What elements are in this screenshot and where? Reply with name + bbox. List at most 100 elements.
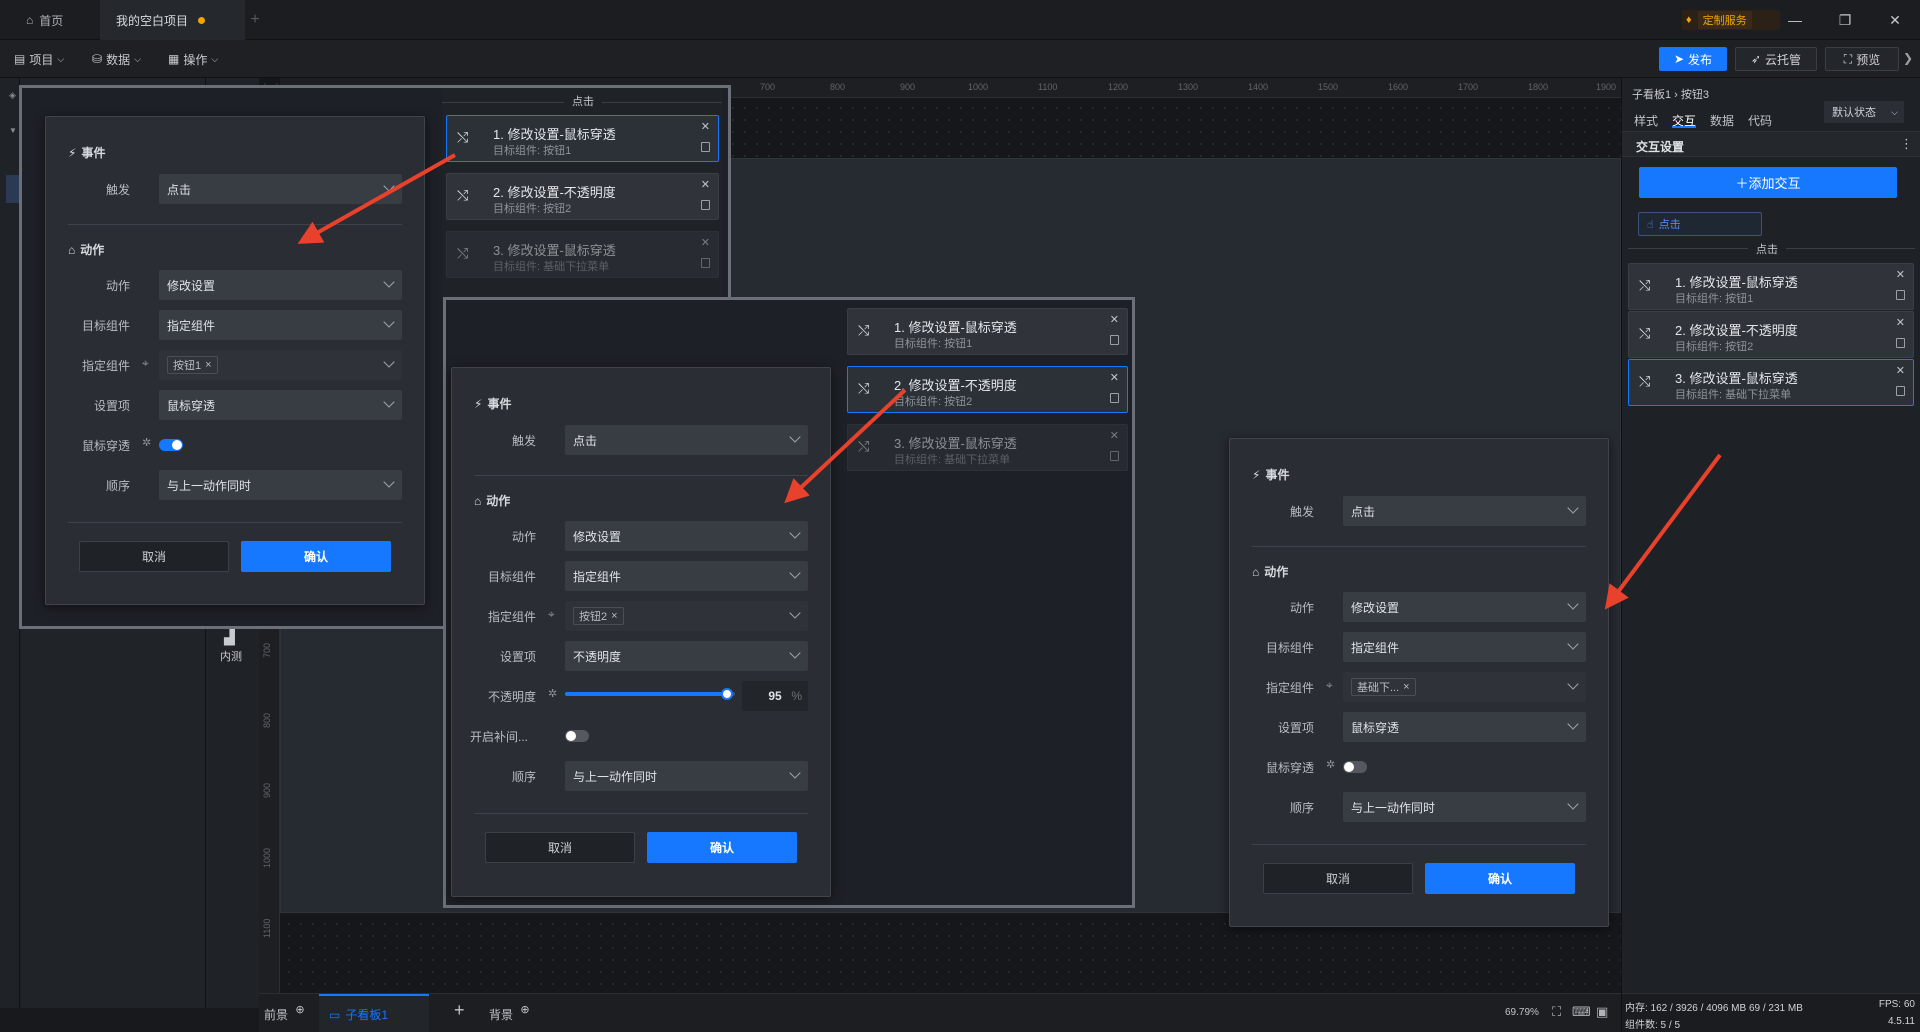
interaction-card[interactable]: ⤭ 3. 修改设置-鼠标穿透 目标组件: 基础下拉菜单 ✕ xyxy=(446,231,719,278)
close-icon[interactable]: ✕ xyxy=(701,236,710,249)
collapse-panel-icon[interactable]: ❯ xyxy=(1903,51,1913,65)
copy-icon[interactable] xyxy=(701,142,710,152)
passthrough-toggle[interactable] xyxy=(1343,761,1367,773)
interaction-card[interactable]: ⤭ 2. 修改设置-不透明度 目标组件: 按钮2 ✕ xyxy=(446,173,719,220)
close-icon[interactable]: ✕ xyxy=(1110,371,1119,384)
tab-subboard[interactable]: ▭ 子看板1 xyxy=(319,994,429,1032)
custom-service-button[interactable]: ♦ 定制服务 xyxy=(1682,10,1780,30)
action-select[interactable]: 修改设置 xyxy=(1343,592,1586,622)
order-select[interactable]: 与上一动作同时 xyxy=(159,470,402,500)
passthrough-toggle[interactable] xyxy=(159,439,183,451)
tab-project[interactable]: 我的空白项目 xyxy=(100,0,245,40)
copy-icon[interactable] xyxy=(1110,451,1119,461)
confirm-button[interactable]: 确认 xyxy=(241,541,391,572)
target-picker-icon[interactable]: ⌖ xyxy=(1326,678,1333,693)
close-icon[interactable]: ✕ xyxy=(1110,313,1119,326)
target-picker-icon[interactable]: ⌖ xyxy=(548,607,555,622)
close-icon[interactable]: ✕ xyxy=(701,120,710,133)
opacity-input[interactable]: 95% xyxy=(742,681,808,711)
interaction-card[interactable]: ⤭ 2. 修改设置-不透明度 目标组件: 按钮2 ✕ xyxy=(1628,311,1914,358)
target-picker-icon[interactable]: ⌖ xyxy=(142,356,149,371)
copy-icon[interactable] xyxy=(1896,338,1905,348)
tab-data[interactable]: 数据 xyxy=(1710,112,1734,128)
add-circle-icon[interactable]: ⊕ xyxy=(520,1004,529,1016)
close-icon[interactable]: × xyxy=(1403,681,1409,693)
cloud-host-button[interactable]: ➶ 云托管 xyxy=(1735,47,1817,71)
tab-background[interactable]: 背景 ⊕ xyxy=(489,1004,530,1023)
order-select[interactable]: 与上一动作同时 xyxy=(565,761,808,791)
copy-icon[interactable] xyxy=(1896,290,1905,300)
close-icon[interactable]: ✕ xyxy=(1896,316,1905,329)
cancel-button[interactable]: 取消 xyxy=(79,541,229,572)
target-select[interactable]: 指定组件 xyxy=(159,310,402,340)
publish-button[interactable]: ➤ 发布 xyxy=(1659,47,1727,71)
confirm-button[interactable]: 确认 xyxy=(647,832,797,863)
copy-icon[interactable] xyxy=(701,258,710,268)
menu-operate[interactable]: ▦ 操作 ⌵ xyxy=(168,49,218,69)
sparkle-icon: ✲ xyxy=(1326,759,1336,771)
cancel-button[interactable]: 取消 xyxy=(1263,863,1413,894)
close-icon[interactable]: ✕ xyxy=(1896,268,1905,281)
state-select-label: 默认状态 xyxy=(1832,107,1876,119)
add-circle-icon[interactable]: ⊕ xyxy=(295,1004,304,1016)
terminal-icon[interactable]: ▣ xyxy=(1596,1004,1608,1020)
action-select[interactable]: 修改设置 xyxy=(159,270,402,300)
close-icon[interactable]: ✕ xyxy=(701,178,710,191)
fit-screen-icon[interactable]: ⛶ xyxy=(1552,1004,1561,1020)
confirm-button[interactable]: 确认 xyxy=(1425,863,1575,894)
copy-icon[interactable] xyxy=(1110,335,1119,345)
add-interaction-button[interactable]: ＋添加交互 xyxy=(1639,167,1897,198)
menu-data[interactable]: ⛁ 数据 ⌵ xyxy=(92,49,141,69)
close-icon[interactable]: × xyxy=(205,359,211,371)
close-window-icon[interactable]: ✕ xyxy=(1870,0,1920,40)
setting-select[interactable]: 鼠标穿透 xyxy=(1343,712,1586,742)
trigger-select[interactable]: 点击 xyxy=(565,425,808,455)
setting-select[interactable]: 不透明度 xyxy=(565,641,808,671)
new-tab-plus-icon[interactable]: + xyxy=(245,0,265,40)
slider-handle[interactable] xyxy=(720,688,733,700)
specified-select[interactable]: 按钮2 × xyxy=(565,601,808,631)
interaction-card-selected[interactable]: ⤭ 1. 修改设置-鼠标穿透 目标组件: 按钮1 ✕ xyxy=(446,115,719,162)
target-select[interactable]: 指定组件 xyxy=(565,561,808,591)
copy-icon[interactable] xyxy=(701,200,710,210)
close-icon[interactable]: × xyxy=(611,610,617,622)
tab-interaction[interactable]: 交互 xyxy=(1672,112,1697,128)
keyboard-icon[interactable]: ⌨ xyxy=(1572,1004,1591,1020)
close-icon[interactable]: ✕ xyxy=(1896,364,1905,377)
more-vertical-icon[interactable]: ⋮ xyxy=(1900,136,1913,152)
inner-test-label[interactable]: 内测 xyxy=(220,648,242,664)
maximize-icon[interactable]: ❐ xyxy=(1820,0,1870,40)
interaction-card[interactable]: ⤭ 1. 修改设置-鼠标穿透 目标组件: 按钮1 ✕ xyxy=(847,308,1128,355)
target-select[interactable]: 指定组件 xyxy=(1343,632,1586,662)
opacity-slider[interactable] xyxy=(565,686,735,702)
tab-home[interactable]: ⌂ 首页 xyxy=(10,0,80,40)
interaction-card[interactable]: ⤭ 3. 修改设置-鼠标穿透 目标组件: 基础下拉菜单 ✕ xyxy=(847,424,1128,471)
tab-foreground[interactable]: 前景 ⊕ xyxy=(264,1004,305,1023)
cancel-button[interactable]: 取消 xyxy=(485,832,635,863)
copy-icon[interactable] xyxy=(1110,393,1119,403)
add-page-plus-icon[interactable]: + xyxy=(454,1000,465,1021)
trigger-click-tag[interactable]: ☝ 点击 xyxy=(1638,212,1762,236)
interaction-card-selected[interactable]: ⤭ 2. 修改设置-不透明度 目标组件: 按钮2 ✕ xyxy=(847,366,1128,413)
interaction-card-selected[interactable]: ⤭ 3. 修改设置-鼠标穿透 目标组件: 基础下拉菜单 ✕ xyxy=(1628,359,1914,406)
trigger-select[interactable]: 点击 xyxy=(159,174,402,204)
trigger-select[interactable]: 点击 xyxy=(1343,496,1586,526)
tween-toggle[interactable] xyxy=(565,730,589,742)
tab-code[interactable]: 代码 xyxy=(1748,112,1772,128)
caret-down-icon[interactable]: ▼ xyxy=(9,126,17,135)
specified-select[interactable]: 基础下... × xyxy=(1343,672,1586,702)
zoom-level[interactable]: 69.79% xyxy=(1505,1007,1539,1018)
interaction-card[interactable]: ⤭ 1. 修改设置-鼠标穿透 目标组件: 按钮1 ✕ xyxy=(1628,263,1914,310)
copy-icon[interactable] xyxy=(1896,386,1905,396)
action-select[interactable]: 修改设置 xyxy=(565,521,808,551)
setting-select[interactable]: 鼠标穿透 xyxy=(159,390,402,420)
preview-button[interactable]: ⛶ 预览 xyxy=(1825,47,1899,71)
menu-project[interactable]: ▤ 项目 ⌵ xyxy=(14,49,64,69)
tab-style[interactable]: 样式 xyxy=(1634,112,1658,128)
close-icon[interactable]: ✕ xyxy=(1110,429,1119,442)
minimize-icon[interactable]: — xyxy=(1770,0,1820,40)
order-select[interactable]: 与上一动作同时 xyxy=(1343,792,1586,822)
specified-select[interactable]: 按钮1 × xyxy=(159,350,402,380)
layers-icon[interactable]: ◈ xyxy=(9,90,16,101)
state-select[interactable]: 默认状态 ⌵ xyxy=(1824,101,1904,123)
